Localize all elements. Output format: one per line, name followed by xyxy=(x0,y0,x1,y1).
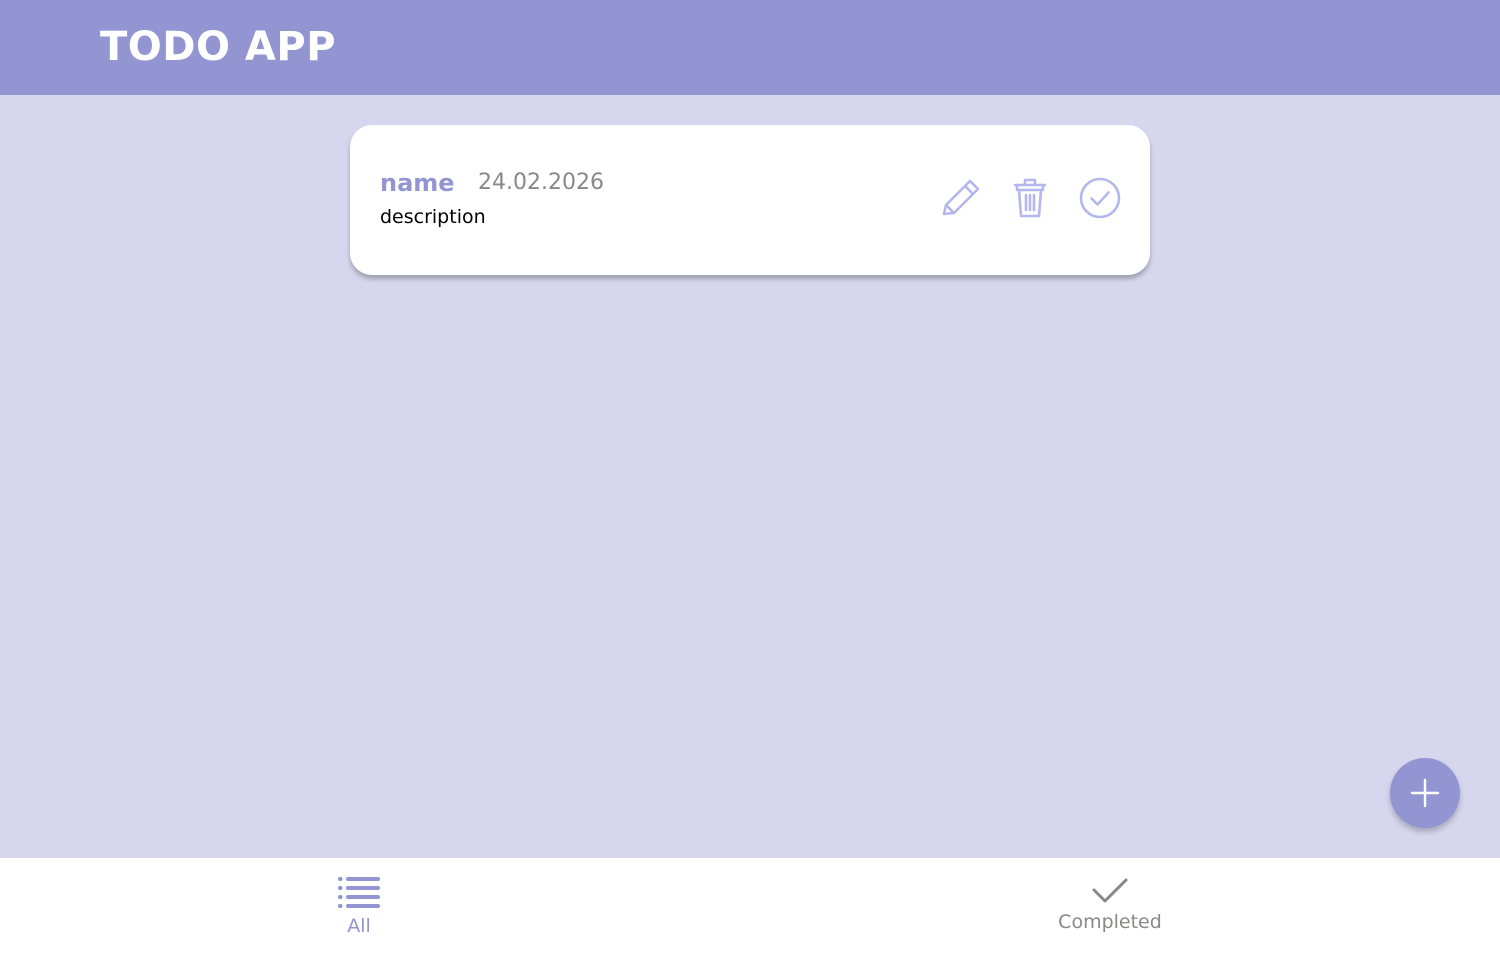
add-todo-button[interactable] xyxy=(1390,758,1460,828)
check-icon xyxy=(1092,878,1128,903)
todo-date: 24.02.2026 xyxy=(478,170,604,195)
todo-name: name xyxy=(380,169,455,197)
delete-button[interactable] xyxy=(1007,175,1053,221)
complete-button[interactable] xyxy=(1077,175,1123,221)
trash-icon xyxy=(1013,178,1047,218)
nav-item-completed[interactable]: Completed xyxy=(1040,876,1180,934)
app-header: TODO APP xyxy=(0,0,1500,95)
nav-item-all[interactable]: All xyxy=(318,876,400,938)
nav-label-completed: Completed xyxy=(1058,911,1162,933)
app-title: TODO APP xyxy=(100,24,337,70)
bottom-nav: All Completed xyxy=(0,858,1500,953)
nav-label-all: All xyxy=(347,915,371,937)
todo-card[interactable]: name 24.02.2026 description xyxy=(350,125,1150,275)
list-icon xyxy=(338,877,380,908)
plus-icon xyxy=(1410,778,1440,808)
check-circle-icon xyxy=(1079,177,1121,219)
edit-button[interactable] xyxy=(937,175,983,221)
todo-description: description xyxy=(380,206,486,228)
pencil-icon xyxy=(942,179,980,216)
todo-list: name 24.02.2026 description xyxy=(0,95,1500,858)
